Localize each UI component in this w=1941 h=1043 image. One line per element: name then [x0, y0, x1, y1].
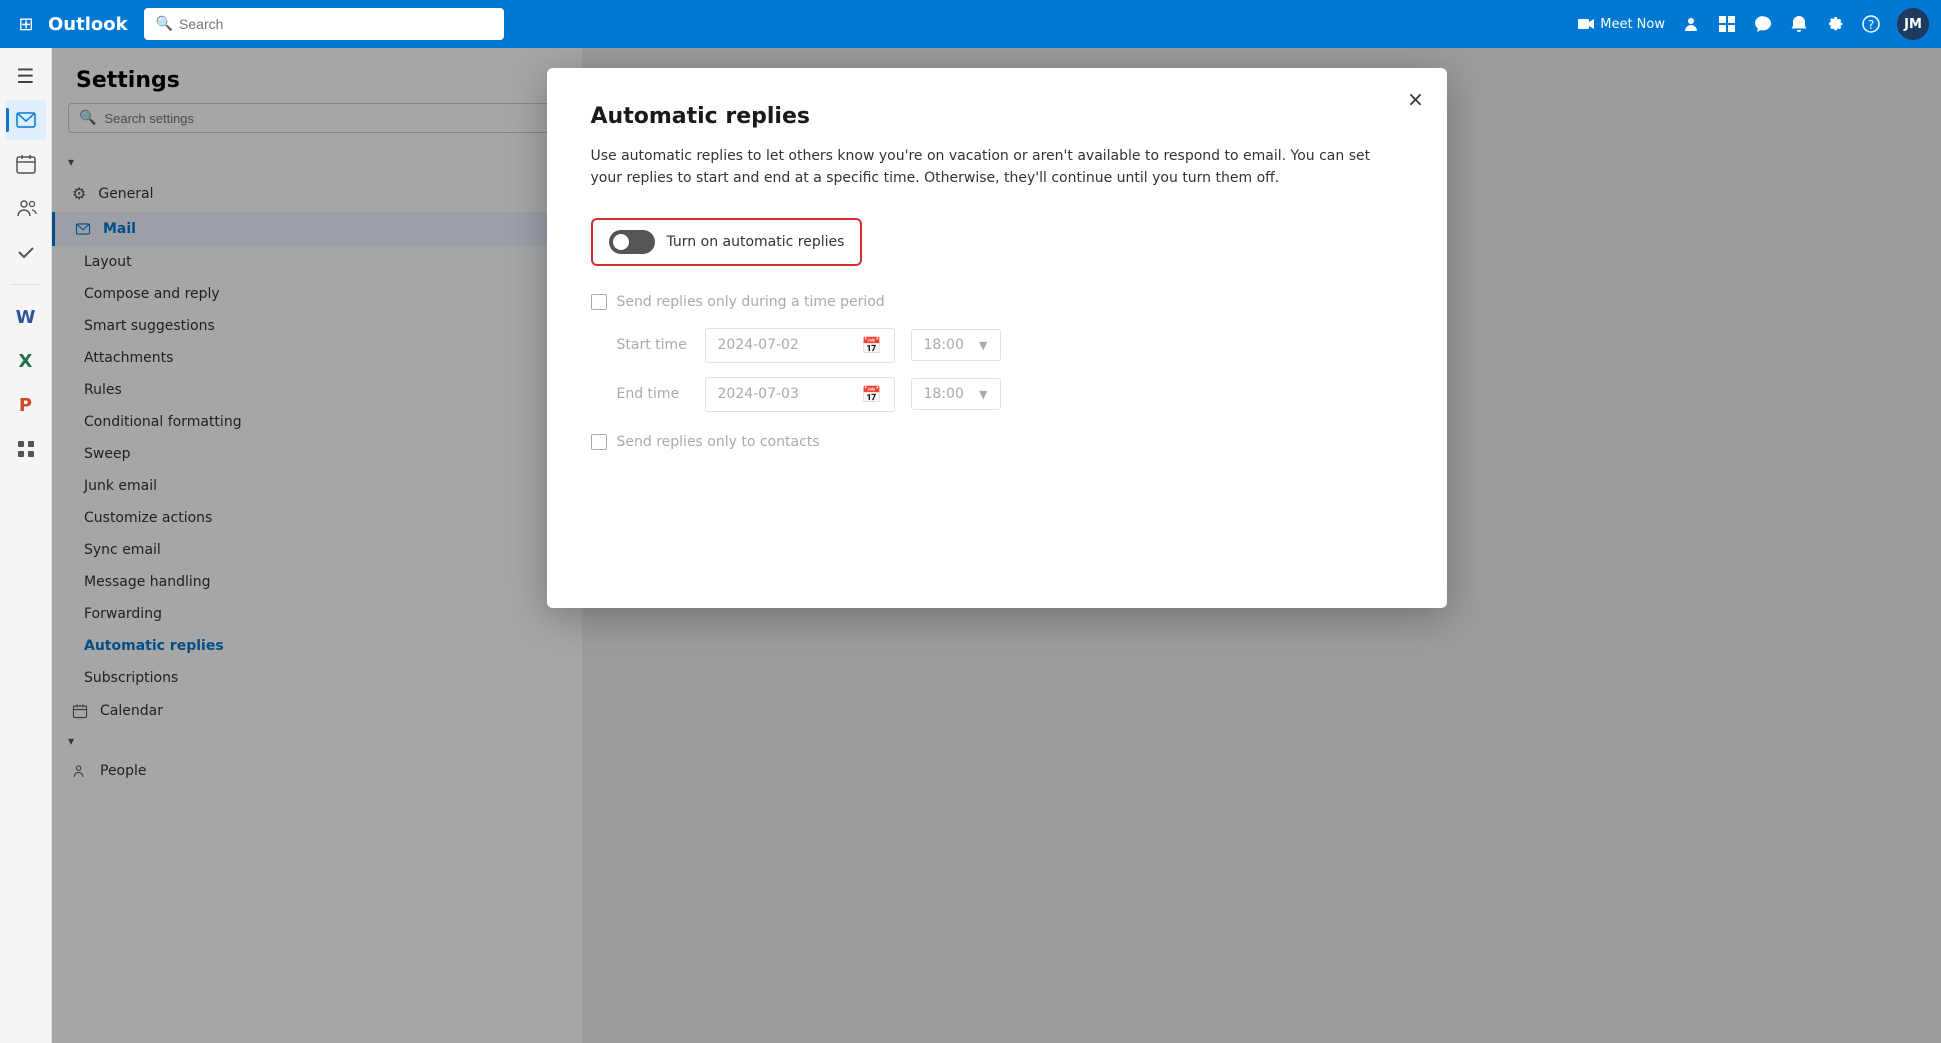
toggle-label: Turn on automatic replies — [667, 234, 845, 250]
dialog-backdrop: × Automatic replies Use automatic replie… — [52, 48, 1941, 1043]
end-time-row: End time 2024-07-03 📅 18:00 ▼ — [617, 377, 1403, 412]
start-time-label: Start time — [617, 337, 689, 353]
sidebar-icon-apps[interactable] — [6, 429, 46, 469]
end-date-input[interactable]: 2024-07-03 📅 — [705, 377, 895, 412]
sidebar-icon-powerpoint[interactable]: P — [6, 385, 46, 425]
avatar[interactable]: JM — [1897, 8, 1929, 40]
toggle-container: Turn on automatic replies — [591, 218, 863, 266]
end-date-value: 2024-07-03 — [718, 386, 799, 402]
automatic-replies-toggle[interactable] — [609, 230, 655, 254]
svg-text:?: ? — [1868, 18, 1874, 32]
notifications-icon[interactable] — [1789, 14, 1809, 34]
start-time-value: 18:00 — [924, 337, 964, 353]
feedback-icon[interactable] — [1753, 14, 1773, 34]
left-sidebar: ☰ W X P — [0, 48, 52, 1043]
search-icon: 🔍 — [156, 16, 173, 32]
contacts-label: Send replies only to contacts — [617, 434, 820, 450]
chevron-down-end: ▼ — [979, 388, 987, 401]
titlebar-actions: Meet Now ? JM — [1576, 8, 1929, 40]
sidebar-icon-mail[interactable] — [6, 100, 46, 140]
start-time-select[interactable]: 18:00 ▼ — [911, 329, 1001, 361]
calendar-icon-start: 📅 — [862, 336, 882, 355]
sidebar-icon-excel[interactable]: X — [6, 341, 46, 381]
start-date-value: 2024-07-02 — [718, 337, 799, 353]
end-time-label: End time — [617, 386, 689, 402]
people-icon-tb[interactable] — [1681, 14, 1701, 34]
automatic-replies-dialog: × Automatic replies Use automatic replie… — [547, 68, 1447, 608]
calendar-icon-end: 📅 — [862, 385, 882, 404]
end-time-select[interactable]: 18:00 ▼ — [911, 378, 1001, 410]
search-input[interactable] — [179, 16, 492, 32]
contacts-row: Send replies only to contacts — [591, 434, 1403, 450]
search-bar[interactable]: 🔍 — [144, 8, 504, 40]
sidebar-icon-menu[interactable]: ☰ — [6, 56, 46, 96]
meet-now-button[interactable]: Meet Now — [1576, 14, 1665, 34]
time-period-checkbox[interactable] — [591, 294, 607, 310]
end-time-value: 18:00 — [924, 386, 964, 402]
dialog-close-button[interactable]: × — [1399, 82, 1433, 116]
grid-icon[interactable] — [1717, 14, 1737, 34]
contacts-checkbox[interactable] — [591, 434, 607, 450]
waffle-icon[interactable]: ⊞ — [12, 10, 40, 38]
settings-icon[interactable] — [1825, 14, 1845, 34]
dialog-title: Automatic replies — [591, 104, 1403, 129]
sidebar-icon-tasks[interactable] — [6, 232, 46, 272]
app-logo: Outlook — [48, 14, 128, 35]
chevron-down-start: ▼ — [979, 339, 987, 352]
time-period-row: Send replies only during a time period — [591, 294, 1403, 310]
dialog-description: Use automatic replies to let others know… — [591, 145, 1403, 190]
toggle-knob — [613, 234, 629, 250]
meet-now-label: Meet Now — [1600, 17, 1665, 32]
help-icon[interactable]: ? — [1861, 14, 1881, 34]
sidebar-icon-calendar[interactable] — [6, 144, 46, 184]
sidebar-icon-people[interactable] — [6, 188, 46, 228]
start-time-row: Start time 2024-07-02 📅 18:00 ▼ — [617, 328, 1403, 363]
titlebar: ⊞ Outlook 🔍 Meet Now ? JM — [0, 0, 1941, 48]
sidebar-icon-word[interactable]: W — [6, 297, 46, 337]
time-period-label: Send replies only during a time period — [617, 294, 885, 310]
start-date-input[interactable]: 2024-07-02 📅 — [705, 328, 895, 363]
